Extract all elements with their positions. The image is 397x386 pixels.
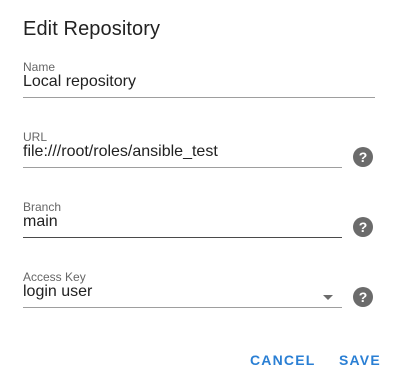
url-help-icon[interactable]: ? [353,147,373,167]
url-underline [23,167,342,168]
url-field[interactable]: URL file:///root/roles/ansible_test [23,130,342,174]
url-label: URL [23,130,48,144]
save-button[interactable]: SAVE [339,352,381,368]
name-input[interactable]: Local repository [23,73,136,91]
name-label: Name [23,60,56,74]
access-key-underline [23,307,342,308]
dialog-title: Edit Repository [23,18,161,40]
branch-field[interactable]: Branch main [23,200,342,244]
url-input[interactable]: file:///root/roles/ansible_test [23,143,218,161]
branch-input[interactable]: main [23,213,58,231]
access-key-selected-value[interactable]: login user [23,283,92,301]
edit-repository-dialog: Edit Repository Name Local repository UR… [0,0,397,386]
name-underline [23,97,375,98]
arrow-drop-down-icon[interactable] [323,295,333,300]
access-key-label: Access Key [23,270,86,284]
branch-label: Branch [23,200,62,214]
name-field[interactable]: Name Local repository [23,60,375,104]
branch-help-icon[interactable]: ? [353,217,373,237]
cancel-button[interactable]: CANCEL [250,352,316,368]
access-key-select[interactable]: Access Key login user [23,270,342,314]
access-key-help-icon[interactable]: ? [353,287,373,307]
branch-underline [23,237,342,238]
